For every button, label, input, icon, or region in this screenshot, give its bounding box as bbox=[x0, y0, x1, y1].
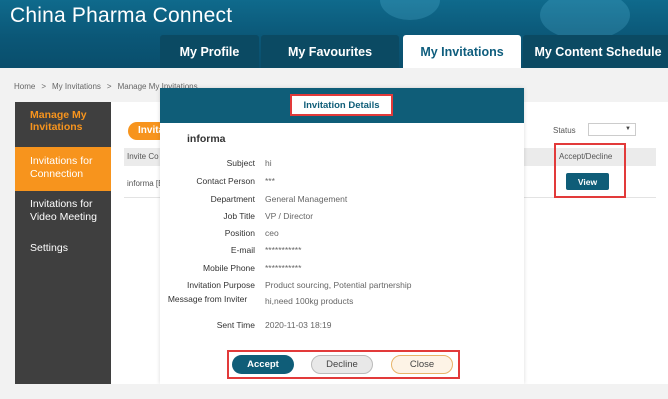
field-label-department: Department bbox=[210, 194, 255, 204]
company-name: informa bbox=[187, 133, 226, 145]
field-value-contact-person: *** bbox=[265, 176, 275, 186]
field-label-sent-time: Sent Time bbox=[216, 320, 255, 330]
accept-button[interactable]: Accept bbox=[232, 355, 294, 374]
sidebar-item-video-meeting[interactable]: Invitations for Video Meeting bbox=[15, 198, 111, 236]
close-button[interactable]: Close bbox=[391, 355, 453, 374]
chevron-down-icon: ▼ bbox=[625, 126, 631, 132]
breadcrumb-separator: > bbox=[41, 82, 47, 91]
tab-my-invitations[interactable]: My Invitations bbox=[403, 35, 521, 68]
field-label-position: Position bbox=[224, 228, 255, 238]
field-value-mobile-phone: *********** bbox=[265, 263, 302, 273]
field-value-job-title: VP / Director bbox=[265, 211, 314, 221]
field-label-message: Message from Inviter bbox=[167, 294, 248, 304]
tab-my-content-schedule[interactable]: My Content Schedule bbox=[523, 35, 668, 68]
field-value-sent-time: 2020-11-03 18:19 bbox=[265, 320, 332, 330]
breadcrumb-home[interactable]: Home bbox=[14, 82, 35, 91]
field-value-department: General Management bbox=[265, 194, 348, 204]
tab-my-profile[interactable]: My Profile bbox=[160, 35, 259, 68]
decline-button[interactable]: Decline bbox=[311, 355, 373, 374]
brand-logo-text[interactable]: China Pharma Connect bbox=[10, 4, 232, 28]
field-value-invitation-purpose: Product sourcing, Potential partnership bbox=[265, 280, 412, 290]
field-value-subject: hi bbox=[265, 158, 272, 168]
modal-header: Invitation Details bbox=[160, 88, 524, 123]
status-filter-select[interactable]: ▼ bbox=[588, 123, 636, 136]
field-label-invitation-purpose: Invitation Purpose bbox=[186, 280, 255, 290]
site-header: China Pharma Connect My Profile My Favou… bbox=[0, 0, 668, 68]
breadcrumb-my-invitations[interactable]: My Invitations bbox=[52, 82, 101, 91]
field-value-message: hi,need 100kg products bbox=[265, 296, 354, 306]
modal-title-highlight: Invitation Details bbox=[290, 94, 393, 116]
status-filter-label: Status bbox=[553, 126, 576, 135]
field-label-mobile-phone: Mobile Phone bbox=[203, 263, 255, 273]
tab-my-favourites[interactable]: My Favourites bbox=[261, 35, 399, 68]
field-label-email: E-mail bbox=[230, 245, 255, 255]
field-value-email: *********** bbox=[265, 245, 302, 255]
field-label-job-title: Job Title bbox=[223, 211, 255, 221]
highlight-box-view bbox=[554, 143, 626, 198]
sidebar: Manage My Invitations Invitations for Co… bbox=[15, 102, 111, 384]
main-nav-tabs: My Profile My Favourites My Invitations … bbox=[160, 35, 668, 68]
sidebar-item-settings[interactable]: Settings bbox=[15, 242, 111, 262]
sidebar-item-connection[interactable]: Invitations for Connection bbox=[15, 147, 111, 191]
page-footer-band bbox=[0, 384, 668, 399]
modal-title: Invitation Details bbox=[303, 99, 380, 111]
field-value-position: ceo bbox=[265, 228, 279, 238]
breadcrumb-separator: > bbox=[106, 82, 112, 91]
field-label-contact-person: Contact Person bbox=[196, 176, 255, 186]
sidebar-title: Manage My Invitations bbox=[30, 109, 87, 133]
field-label-subject: Subject bbox=[226, 158, 255, 168]
